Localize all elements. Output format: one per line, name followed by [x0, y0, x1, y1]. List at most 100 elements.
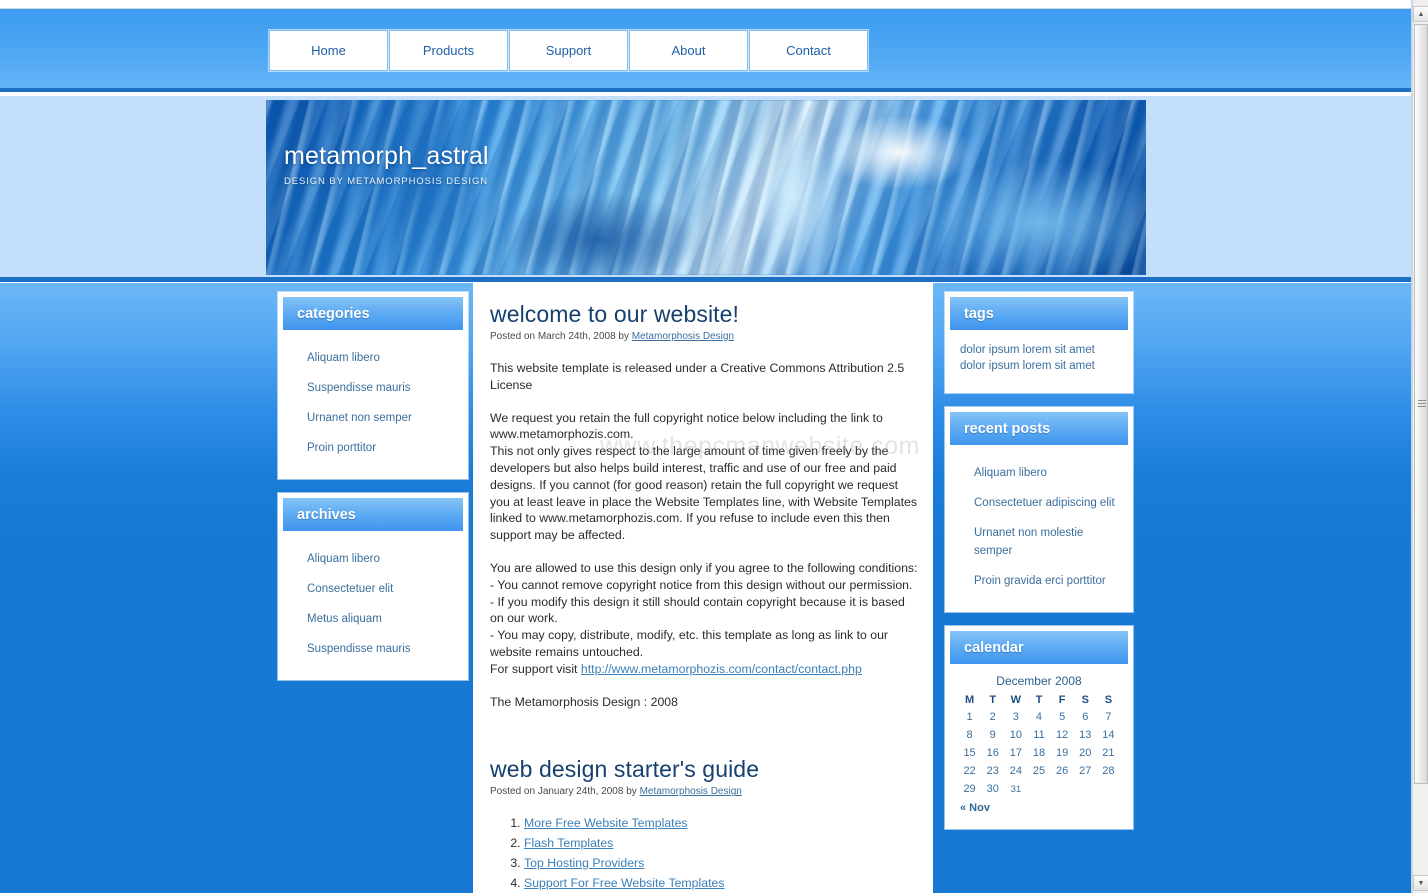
calendar-day[interactable]: 14 [1097, 726, 1120, 744]
site-header-banner: metamorph_astral DESIGN BY METAMORPHOSIS… [266, 100, 1146, 275]
list-item[interactable]: Proin porttitor [293, 432, 453, 462]
nav-item-about[interactable]: About [629, 30, 748, 71]
list-item[interactable]: Urnanet non molestie semper [960, 517, 1118, 565]
calendar-day[interactable]: 15 [958, 744, 981, 762]
list-item[interactable]: Aliquam libero [960, 457, 1118, 487]
calendar-day[interactable]: 6 [1074, 708, 1097, 726]
archive-link[interactable]: Consectetuer elit [307, 583, 393, 595]
calendar-day[interactable]: 10 [1004, 726, 1027, 744]
post-author-link[interactable]: Metamorphosis Design [632, 331, 734, 342]
scrollbar-thumb[interactable] [1414, 24, 1428, 784]
starter-guide-list: More Free Website Templates Flash Templa… [490, 815, 921, 891]
calendar-day[interactable]: 17 [1004, 744, 1027, 762]
calendar-day[interactable]: 12 [1051, 726, 1074, 744]
calendar-day[interactable]: 20 [1074, 744, 1097, 762]
calendar-day[interactable]: 16 [981, 744, 1004, 762]
category-link[interactable]: Suspendisse mauris [307, 382, 411, 394]
nav-item-support[interactable]: Support [509, 30, 628, 71]
calendar-day[interactable]: 8 [958, 726, 981, 744]
list-item[interactable]: Proin gravida erci porttitor [960, 565, 1118, 595]
post-body: More Free Website Templates Flash Templa… [490, 815, 921, 891]
archive-link[interactable]: Aliquam libero [307, 553, 380, 565]
calendar-day-empty [1074, 780, 1097, 798]
list-item[interactable]: Suspendisse mauris [293, 633, 453, 663]
list-item[interactable]: Metus aliquam [293, 603, 453, 633]
recent-post-link[interactable]: Consectetuer adipiscing elit [974, 497, 1115, 509]
calendar-day[interactable]: 21 [1097, 744, 1120, 762]
support-link[interactable]: http://www.metamorphozis.com/contact/con… [581, 662, 862, 676]
widget-recent-posts-body: Aliquam libero Consectetuer adipiscing e… [950, 445, 1128, 607]
list-item[interactable]: Top Hosting Providers [524, 855, 921, 872]
browser-viewport: Home Products Support About Contact meta… [0, 0, 1428, 893]
guide-link[interactable]: Top Hosting Providers [524, 856, 644, 870]
calendar-week-row: 1 2 3 4 5 6 7 [958, 708, 1120, 726]
list-item[interactable]: Support For Free Website Templates [524, 875, 921, 892]
list-item[interactable]: Suspendisse mauris [293, 372, 453, 402]
list-item[interactable]: Aliquam libero [293, 543, 453, 573]
calendar-day[interactable]: 25 [1027, 762, 1050, 780]
post-body: This website template is released under … [490, 360, 921, 710]
nav-list: Home Products Support About Contact [269, 30, 868, 71]
calendar-day[interactable]: 13 [1074, 726, 1097, 744]
post-paragraph: You are allowed to use this design only … [490, 560, 918, 659]
calendar-day[interactable]: 5 [1051, 708, 1074, 726]
archive-link[interactable]: Metus aliquam [307, 613, 382, 625]
calendar-day[interactable]: 3 [1004, 708, 1027, 726]
list-item[interactable]: More Free Website Templates [524, 815, 921, 832]
list-item[interactable]: Urnanet non semper [293, 402, 453, 432]
vertical-scrollbar[interactable]: ▲ ▼ [1412, 0, 1428, 893]
post-author-link[interactable]: Metamorphosis Design [640, 786, 742, 797]
nav-item-label: Products [422, 43, 475, 58]
archive-link[interactable]: Suspendisse mauris [307, 643, 411, 655]
list-item[interactable]: Flash Templates [524, 835, 921, 852]
post-title-starter-guide: web design starter's guide [490, 756, 760, 783]
calendar-month-label: December 2008 [996, 674, 1082, 688]
calendar-day[interactable]: 24 [1004, 762, 1027, 780]
scrollbar-grip-icon [1418, 400, 1426, 408]
calendar-day[interactable]: 2 [981, 708, 1004, 726]
nav-item-home[interactable]: Home [269, 30, 388, 71]
calendar-day[interactable]: 27 [1074, 762, 1097, 780]
recent-post-link[interactable]: Urnanet non molestie semper [974, 527, 1083, 557]
category-link[interactable]: Proin porttitor [307, 442, 376, 454]
archives-list: Aliquam libero Consectetuer elit Metus a… [293, 543, 453, 663]
widget-archives-body: Aliquam libero Consectetuer elit Metus a… [283, 531, 463, 675]
guide-link[interactable]: More Free Website Templates [524, 816, 688, 830]
calendar-prev-month[interactable]: « Nov [958, 798, 1120, 822]
calendar-day[interactable]: 4 [1027, 708, 1050, 726]
calendar-day[interactable]: 23 [981, 762, 1004, 780]
calendar-day[interactable]: 22 [958, 762, 981, 780]
calendar-day[interactable]: 7 [1097, 708, 1120, 726]
calendar-day[interactable]: 19 [1051, 744, 1074, 762]
guide-link[interactable]: Flash Templates [524, 836, 613, 850]
calendar-table: M T W T F S S 1 2 3 4 5 6 7 8 9 10 11 12… [958, 692, 1120, 798]
guide-link[interactable]: Support For Free Website Templates [524, 876, 725, 890]
calendar-day[interactable]: 30 [981, 780, 1004, 798]
scroll-down-button[interactable]: ▼ [1413, 875, 1428, 891]
recent-post-link[interactable]: Proin gravida erci porttitor [974, 575, 1106, 587]
list-item[interactable]: Consectetuer elit [293, 573, 453, 603]
calendar-day-empty [1051, 780, 1074, 798]
list-item[interactable]: Consectetuer adipiscing elit [960, 487, 1118, 517]
calendar-day[interactable]: 31 [1004, 780, 1027, 798]
calendar-weekday-row: M T W T F S S [958, 692, 1120, 708]
calendar-day[interactable]: 18 [1027, 744, 1050, 762]
calendar-day[interactable]: 29 [958, 780, 981, 798]
category-link[interactable]: Urnanet non semper [307, 412, 412, 424]
nav-item-label: Support [545, 43, 592, 58]
calendar-day[interactable]: 11 [1027, 726, 1050, 744]
calendar-day[interactable]: 1 [958, 708, 981, 726]
recent-post-link[interactable]: Aliquam libero [974, 467, 1047, 479]
calendar-day[interactable]: 9 [981, 726, 1004, 744]
content-wrapper: categories Aliquam libero Suspendisse ma… [266, 283, 1146, 893]
calendar-day[interactable]: 26 [1051, 762, 1074, 780]
scroll-up-button[interactable]: ▲ [1413, 6, 1428, 22]
calendar-prev-link[interactable]: « Nov [960, 802, 990, 814]
nav-item-contact[interactable]: Contact [749, 30, 868, 71]
list-item[interactable]: Aliquam libero [293, 342, 453, 372]
chevron-down-icon: ▼ [1417, 879, 1425, 887]
site-tagline: DESIGN BY METAMORPHOSIS DESIGN [284, 176, 489, 187]
nav-item-products[interactable]: Products [389, 30, 508, 71]
calendar-day[interactable]: 28 [1097, 762, 1120, 780]
category-link[interactable]: Aliquam libero [307, 352, 380, 364]
